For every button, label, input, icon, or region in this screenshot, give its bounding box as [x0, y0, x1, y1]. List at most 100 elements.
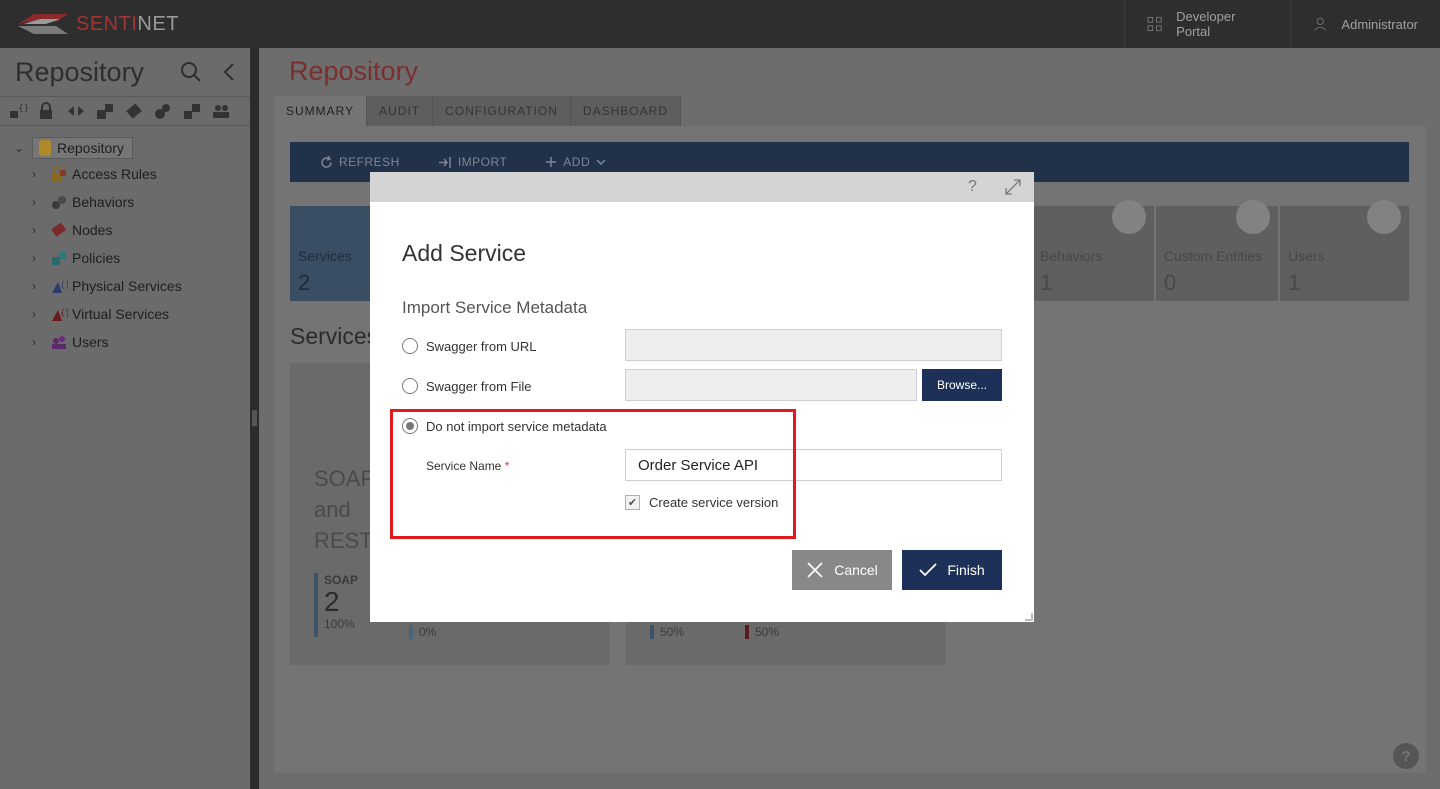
chevron-right-icon[interactable]: ›: [32, 195, 50, 209]
tree-item-nodes[interactable]: › Nodes: [32, 216, 250, 244]
splitter-grip[interactable]: [252, 410, 257, 426]
tree-root-node[interactable]: Repository: [32, 137, 133, 159]
users-badge-icon: [1367, 200, 1401, 234]
rest-stat: 0%: [409, 625, 436, 639]
sidebar-title: Repository: [15, 56, 145, 87]
tile-label: Behaviors: [1040, 248, 1103, 264]
developer-portal-link[interactable]: Developer Portal: [1124, 0, 1290, 48]
tree-item-label: Behaviors: [72, 194, 135, 210]
refresh-button[interactable]: REFRESH: [320, 155, 400, 169]
import-icon: [438, 156, 451, 168]
close-icon: [807, 562, 823, 578]
tree-item-policies[interactable]: › Policies: [32, 244, 250, 272]
physical-stat: 50%: [650, 625, 684, 639]
chevron-down-icon: [596, 159, 606, 166]
policies-icon: [52, 252, 66, 265]
svg-text:{}: {}: [60, 280, 68, 289]
dialog-title: Add Service: [402, 240, 527, 266]
tab-configuration[interactable]: CONFIGURATION: [433, 96, 571, 126]
users-filter-icon[interactable]: [211, 102, 231, 120]
add-button[interactable]: ADD: [545, 155, 606, 169]
swagger-url-input[interactable]: [625, 329, 1002, 361]
chevron-right-icon[interactable]: ›: [32, 335, 50, 349]
soap-percent: 100%: [324, 617, 355, 631]
radio-swagger-file[interactable]: [402, 378, 418, 394]
tree-item-physical-services[interactable]: › {} Physical Services: [32, 272, 250, 300]
soap-stat: SOAP 2 100%: [314, 573, 358, 637]
refresh-label: REFRESH: [339, 155, 400, 169]
tree-root-repository[interactable]: ⌄ Repository: [14, 136, 250, 160]
tile-value: 1: [1288, 270, 1301, 295]
tree-item-label: Nodes: [72, 222, 113, 238]
resize-handle[interactable]: [1025, 613, 1033, 621]
policies-filter-icon[interactable]: [124, 102, 144, 120]
search-icon[interactable]: [180, 61, 202, 83]
tree-item-virtual-services[interactable]: › {} Virtual Services: [32, 300, 250, 328]
repository-tree: ⌄ Repository › Access Rules › Behaviors …: [0, 126, 250, 356]
physical-percent: 50%: [660, 625, 685, 639]
lock-filter-icon[interactable]: [37, 102, 57, 120]
tree-item-label: Physical Services: [72, 278, 182, 294]
sidebar: Repository {} ⌄ Repository › Access R: [0, 48, 250, 789]
maximize-icon[interactable]: [1004, 178, 1022, 196]
highlight-box: [390, 409, 796, 539]
tree-item-access-rules[interactable]: › Access Rules: [32, 160, 250, 188]
chevron-down-icon[interactable]: ⌄: [14, 141, 28, 155]
soap-value: 2: [324, 586, 340, 617]
lock-icon: [52, 166, 66, 181]
virtual-percent: 50%: [755, 625, 780, 639]
sidebar-header: Repository: [0, 48, 250, 96]
dialog-titlebar: ?: [370, 172, 1034, 202]
physical-filter-icon[interactable]: [153, 102, 173, 120]
behaviors-icon: [52, 196, 66, 209]
soap-label: SOAP: [324, 573, 359, 587]
tree-item-behaviors[interactable]: › Behaviors: [32, 188, 250, 216]
tile-value: 1: [1040, 270, 1053, 295]
brand-name: SENTINET: [76, 12, 179, 35]
behaviors-badge-icon: [1112, 200, 1146, 234]
cancel-button[interactable]: Cancel: [792, 550, 892, 590]
import-button[interactable]: IMPORT: [438, 155, 507, 169]
finish-button[interactable]: Finish: [902, 550, 1002, 590]
help-icon[interactable]: ?: [968, 178, 977, 196]
chevron-right-icon[interactable]: ›: [32, 279, 50, 293]
sidebar-splitter[interactable]: [250, 48, 259, 789]
tab-audit[interactable]: AUDIT: [367, 96, 434, 126]
tree-item-label: Policies: [72, 250, 121, 266]
tile-behaviors[interactable]: Behaviors 1: [1032, 200, 1154, 301]
administrator-menu[interactable]: Administrator: [1290, 0, 1440, 48]
cancel-label: Cancel: [834, 562, 878, 578]
sentinet-logo-mark: [18, 14, 68, 34]
option-swagger-file[interactable]: Swagger from File: [402, 378, 531, 394]
collapse-sidebar-icon[interactable]: [222, 62, 236, 82]
tab-summary[interactable]: SUMMARY: [274, 96, 368, 126]
tab-bar: SUMMARY AUDIT CONFIGURATION DASHBOARD: [274, 96, 681, 126]
sidebar-filter-icons: {}: [0, 96, 250, 126]
card-caption: SOAP and REST: [314, 466, 376, 553]
services-filter-icon[interactable]: {}: [8, 102, 29, 120]
sentinet-logo[interactable]: SENTINET: [16, 10, 179, 38]
virtual-stat: 50%: [745, 625, 779, 639]
swagger-file-input[interactable]: [625, 369, 917, 401]
tile-services[interactable]: Services 2: [290, 206, 380, 301]
help-button[interactable]: ?: [1393, 743, 1419, 769]
chevron-right-icon[interactable]: ›: [32, 167, 50, 181]
tile-custom-entities[interactable]: Custom Entities 0: [1156, 200, 1278, 301]
tab-dashboard[interactable]: DASHBOARD: [570, 96, 681, 126]
browse-button[interactable]: Browse...: [922, 369, 1002, 401]
tile-users[interactable]: Users 1: [1280, 200, 1409, 301]
chevron-right-icon[interactable]: ›: [32, 251, 50, 265]
tree-item-users[interactable]: › Users: [32, 328, 250, 356]
custom-entities-badge-icon: [1236, 200, 1270, 234]
tile-value: 2: [298, 270, 311, 295]
chevron-right-icon[interactable]: ›: [32, 307, 50, 321]
dialog-subtitle: Import Service Metadata: [402, 298, 588, 317]
behaviors-filter-icon[interactable]: [66, 102, 86, 120]
option-swagger-url[interactable]: Swagger from URL: [402, 338, 537, 354]
chevron-right-icon[interactable]: ›: [32, 223, 50, 237]
radio-swagger-url[interactable]: [402, 338, 418, 354]
virtual-filter-icon[interactable]: [182, 102, 202, 120]
refresh-icon: [321, 155, 332, 168]
nodes-filter-icon[interactable]: [95, 102, 115, 120]
top-bar: SENTINET Developer Portal Administrator: [0, 0, 1440, 48]
